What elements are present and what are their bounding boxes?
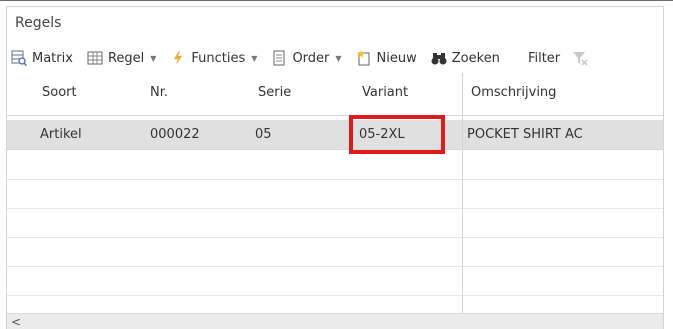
cell-nr: 000022	[150, 127, 200, 142]
zoeken-button[interactable]: Zoeken	[431, 45, 500, 71]
document-icon	[271, 50, 287, 66]
chevron-down-icon: ▼	[251, 53, 258, 63]
table-row-empty[interactable]	[7, 266, 663, 296]
matrix-icon	[11, 50, 27, 66]
table-row-empty[interactable]	[7, 179, 663, 209]
regel-label: Regel	[107, 50, 145, 66]
table-row[interactable]: Artikel 000022 05 05-2XL POCKET SHIRT AC	[7, 120, 663, 150]
chevron-down-icon: ▼	[150, 53, 157, 63]
functies-button[interactable]: Functies ▼	[170, 45, 257, 71]
matrix-label: Matrix	[32, 50, 73, 66]
column-header-serie[interactable]: Serie	[258, 85, 291, 100]
new-document-icon	[356, 50, 372, 66]
cell-omschrijving: POCKET SHIRT AC	[467, 127, 583, 142]
binoculars-icon	[431, 50, 447, 66]
clear-filter-icon	[572, 50, 588, 66]
matrix-button[interactable]: Matrix	[11, 45, 73, 71]
regel-button[interactable]: Regel ▼	[87, 45, 156, 71]
toolbar: Matrix Regel ▼ Functies ▼ Order ▼ Nieuw …	[7, 43, 663, 73]
chevron-down-icon: ▼	[335, 53, 342, 63]
column-header-soort[interactable]: Soort	[42, 85, 77, 100]
order-button[interactable]: Order ▼	[271, 45, 342, 71]
variant-highlight-box	[349, 115, 445, 154]
cell-soort: Artikel	[40, 127, 82, 142]
column-header-nr[interactable]: Nr.	[150, 85, 168, 100]
lightning-icon	[170, 50, 186, 66]
zoeken-label: Zoeken	[451, 50, 500, 66]
horizontal-scrollbar[interactable]: <	[7, 313, 663, 329]
filter-button[interactable]: Filter	[528, 45, 560, 71]
clear-filter-button[interactable]	[572, 45, 593, 71]
column-header-variant[interactable]: Variant	[362, 85, 408, 100]
order-label: Order	[292, 50, 330, 66]
scroll-left-icon[interactable]: <	[11, 315, 21, 329]
regels-panel: Regels Matrix Regel ▼ Functies ▼ Order ▼…	[6, 6, 664, 329]
top-rule	[0, 0, 673, 1]
functies-label: Functies	[191, 50, 246, 66]
panel-title: Regels	[15, 15, 62, 31]
cell-serie: 05	[255, 127, 272, 142]
filter-label: Filter	[527, 50, 561, 66]
table-row-empty[interactable]	[7, 150, 663, 180]
column-divider	[462, 73, 463, 313]
table-row-empty[interactable]	[7, 208, 663, 238]
nieuw-button[interactable]: Nieuw	[356, 45, 417, 71]
column-header-omschrijving[interactable]: Omschrijving	[471, 85, 556, 100]
grid-icon	[87, 50, 103, 66]
table-row-empty[interactable]	[7, 237, 663, 267]
grid-header: Soort Nr. Serie Variant Omschrijving	[7, 73, 663, 116]
nieuw-label: Nieuw	[376, 50, 417, 66]
